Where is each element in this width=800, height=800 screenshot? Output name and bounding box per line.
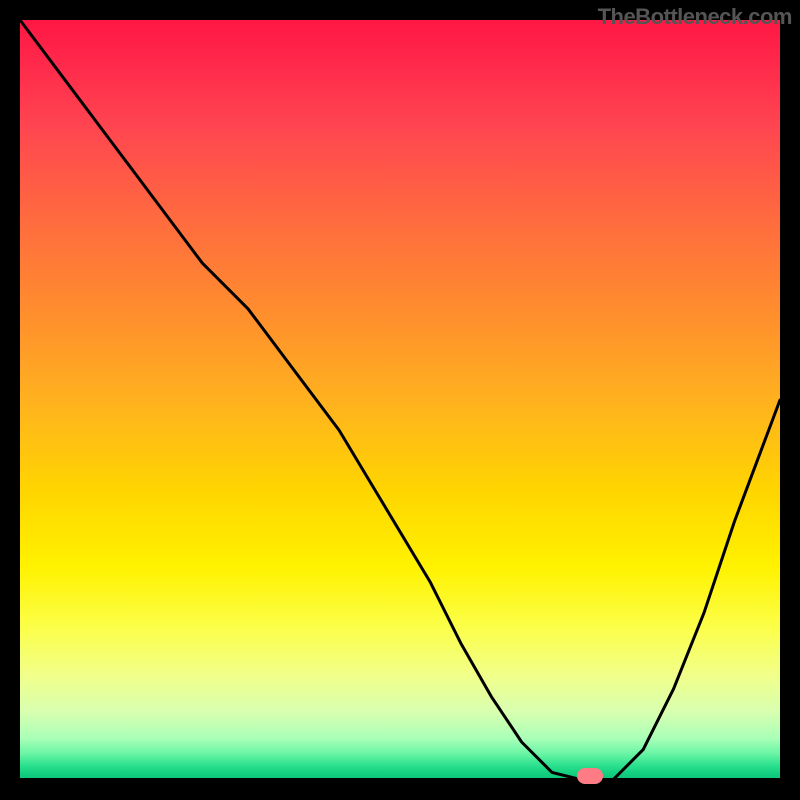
bottleneck-curve (20, 20, 780, 780)
curve-path (20, 20, 780, 780)
chart-frame: TheBottleneck.com (0, 0, 800, 800)
plot-area (20, 20, 780, 780)
watermark-text: TheBottleneck.com (598, 4, 792, 30)
optimal-marker (577, 768, 603, 784)
